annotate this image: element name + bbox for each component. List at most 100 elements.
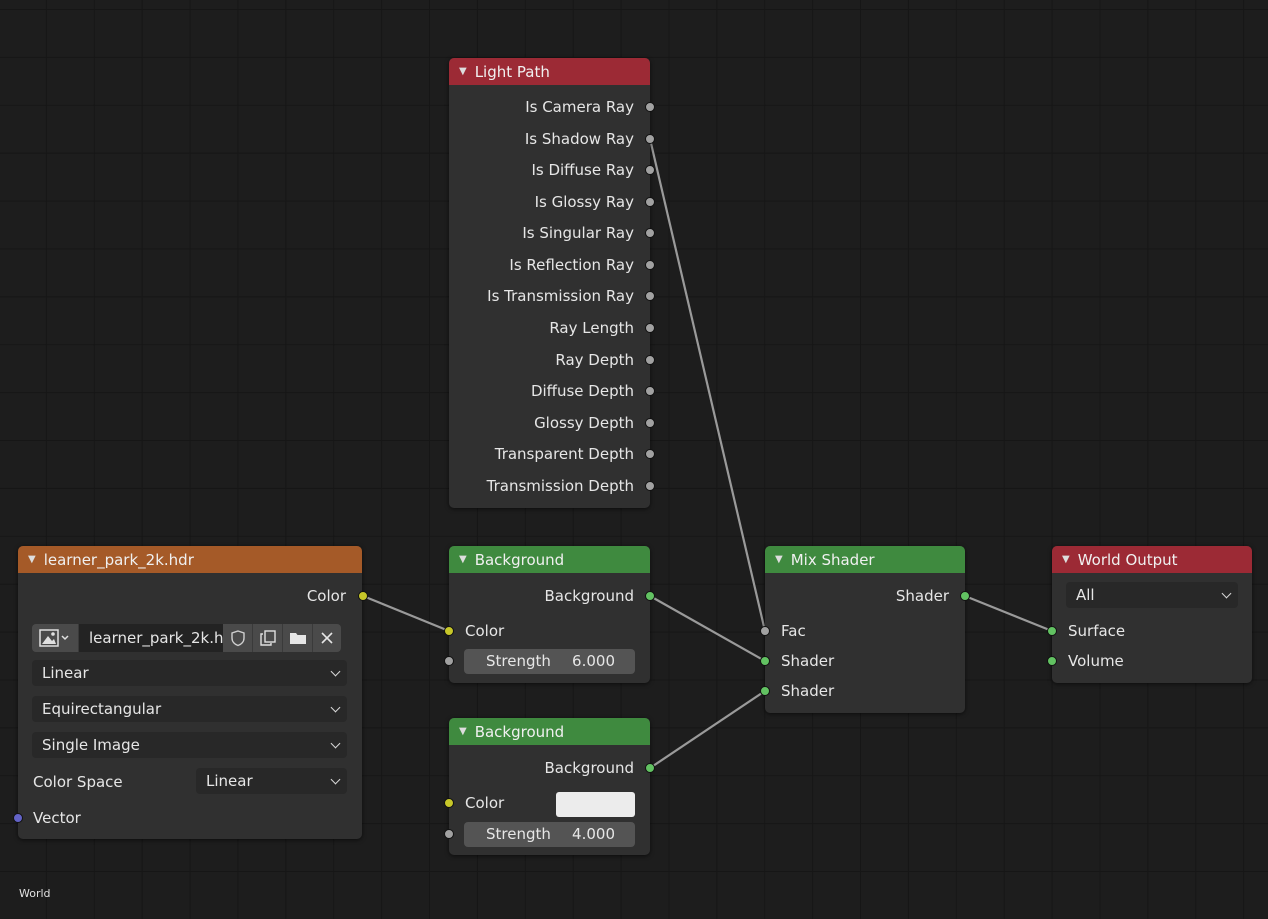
output-color-label: Color — [306, 587, 346, 605]
strength-field[interactable]: Strength 4.000 — [464, 822, 635, 847]
output-ray-length: Ray Length — [549, 319, 634, 337]
unlink-image-button[interactable] — [313, 624, 341, 652]
collapse-arrow-icon[interactable]: ▼ — [28, 554, 36, 565]
color-swatch[interactable] — [556, 792, 635, 817]
folder-icon — [289, 633, 306, 644]
environment-texture-node[interactable]: ▼ learner_park_2k.hdr Color learner_park… — [18, 546, 362, 839]
input-shader-1-label: Shader — [781, 652, 835, 670]
socket-is-reflection-ray[interactable] — [645, 260, 655, 270]
output-is-shadow-ray: Is Shadow Ray — [524, 130, 634, 148]
socket-ray-length[interactable] — [645, 323, 655, 333]
duplicate-icon — [259, 630, 276, 646]
socket-is-shadow-ray[interactable] — [645, 134, 655, 144]
output-background-label: Background — [544, 587, 635, 605]
chevron-down-icon — [1222, 582, 1232, 608]
socket-surface-input[interactable] — [1047, 626, 1057, 636]
background-node-2[interactable]: ▼ Background Background Color Strength 4… — [449, 718, 650, 855]
node-title: World Output — [1077, 550, 1178, 569]
background-node-1[interactable]: ▼ Background Background Color Strength 6… — [449, 546, 650, 683]
background-header[interactable]: ▼ Background — [449, 718, 650, 745]
color-space-label: Color Space — [33, 773, 123, 791]
collapse-arrow-icon[interactable]: ▼ — [459, 726, 467, 737]
chevron-down-icon — [331, 660, 341, 686]
input-color-label: Color — [465, 794, 505, 812]
mix-shader-node[interactable]: ▼ Mix Shader Shader Fac Shader Shader — [765, 546, 965, 713]
input-surface-label: Surface — [1068, 622, 1126, 640]
node-title: Light Path — [474, 62, 550, 81]
socket-diffuse-depth[interactable] — [645, 386, 655, 396]
collapse-arrow-icon[interactable]: ▼ — [1062, 554, 1070, 565]
socket-mix-fac-input[interactable] — [760, 626, 770, 636]
open-image-button[interactable] — [283, 624, 313, 652]
browse-image-button[interactable] — [32, 624, 79, 652]
color-space-dropdown[interactable]: Linear — [196, 768, 347, 794]
light-path-header[interactable]: ▼ Light Path — [449, 58, 650, 85]
source-value: Single Image — [42, 736, 140, 754]
socket-mix-shader2-input[interactable] — [760, 686, 770, 696]
image-name-field[interactable]: learner_park_2k.h... — [79, 624, 223, 652]
light-path-node[interactable]: ▼ Light Path Is Camera Ray Is Shadow Ray… — [449, 58, 650, 508]
output-shader-label: Shader — [895, 587, 949, 605]
output-transmission-depth: Transmission Depth — [486, 477, 634, 495]
output-is-reflection-ray: Is Reflection Ray — [509, 256, 634, 274]
image-selector[interactable]: learner_park_2k.h... — [32, 624, 347, 652]
output-ray-depth: Ray Depth — [555, 351, 634, 369]
collapse-arrow-icon[interactable]: ▼ — [459, 66, 467, 77]
link-envcolor-bgcolor — [362, 594, 450, 633]
socket-ray-depth[interactable] — [645, 355, 655, 365]
duplicate-image-button[interactable] — [253, 624, 283, 652]
world-output-header[interactable]: ▼ World Output — [1052, 546, 1252, 573]
output-is-camera-ray: Is Camera Ray — [525, 98, 634, 116]
output-is-diffuse-ray: Is Diffuse Ray — [531, 161, 634, 179]
collapse-arrow-icon[interactable]: ▼ — [775, 554, 783, 565]
socket-glossy-depth[interactable] — [645, 418, 655, 428]
chevron-down-icon — [331, 768, 341, 794]
fake-user-button[interactable] — [223, 624, 253, 652]
socket-bg1-color-input[interactable] — [444, 626, 454, 636]
socket-bg1-background-output[interactable] — [645, 591, 655, 601]
output-is-transmission-ray: Is Transmission Ray — [487, 287, 634, 305]
output-is-glossy-ray: Is Glossy Ray — [534, 193, 634, 211]
socket-bg2-strength-input[interactable] — [444, 829, 454, 839]
editor-context-label: World — [19, 887, 51, 900]
socket-env-color-output[interactable] — [358, 591, 368, 601]
collapse-arrow-icon[interactable]: ▼ — [459, 554, 467, 565]
socket-mix-shader1-input[interactable] — [760, 656, 770, 666]
input-vector-label: Vector — [33, 809, 81, 827]
chevron-down-icon — [331, 696, 341, 722]
socket-is-camera-ray[interactable] — [645, 102, 655, 112]
link-bg1-shader1 — [649, 595, 766, 662]
socket-bg2-color-input[interactable] — [444, 798, 454, 808]
interpolation-dropdown[interactable]: Linear — [32, 660, 347, 686]
target-dropdown[interactable]: All — [1066, 582, 1238, 608]
environment-texture-header[interactable]: ▼ learner_park_2k.hdr — [18, 546, 362, 573]
socket-volume-input[interactable] — [1047, 656, 1057, 666]
link-shadowray-fac — [648, 138, 767, 632]
strength-field[interactable]: Strength 6.000 — [464, 649, 635, 674]
background-header[interactable]: ▼ Background — [449, 546, 650, 573]
socket-transmission-depth[interactable] — [645, 481, 655, 491]
socket-is-transmission-ray[interactable] — [645, 291, 655, 301]
node-title: Mix Shader — [790, 550, 875, 569]
input-shader-2-label: Shader — [781, 682, 835, 700]
socket-is-singular-ray[interactable] — [645, 228, 655, 238]
socket-env-vector-input[interactable] — [13, 813, 23, 823]
socket-bg1-strength-input[interactable] — [444, 656, 454, 666]
projection-value: Equirectangular — [42, 700, 162, 718]
output-glossy-depth: Glossy Depth — [534, 414, 634, 432]
chevron-down-icon — [331, 732, 341, 758]
source-dropdown[interactable]: Single Image — [32, 732, 347, 758]
socket-bg2-background-output[interactable] — [645, 763, 655, 773]
strength-label: Strength — [486, 825, 551, 843]
socket-is-diffuse-ray[interactable] — [645, 165, 655, 175]
socket-mix-shader-output[interactable] — [960, 591, 970, 601]
output-diffuse-depth: Diffuse Depth — [530, 382, 634, 400]
world-output-node[interactable]: ▼ World Output All Surface Volume — [1052, 546, 1252, 683]
mix-shader-header[interactable]: ▼ Mix Shader — [765, 546, 965, 573]
projection-dropdown[interactable]: Equirectangular — [32, 696, 347, 722]
socket-transparent-depth[interactable] — [645, 449, 655, 459]
output-transparent-depth: Transparent Depth — [494, 445, 634, 463]
color-space-value: Linear — [206, 772, 253, 790]
socket-is-glossy-ray[interactable] — [645, 197, 655, 207]
node-title: Background — [474, 722, 565, 741]
